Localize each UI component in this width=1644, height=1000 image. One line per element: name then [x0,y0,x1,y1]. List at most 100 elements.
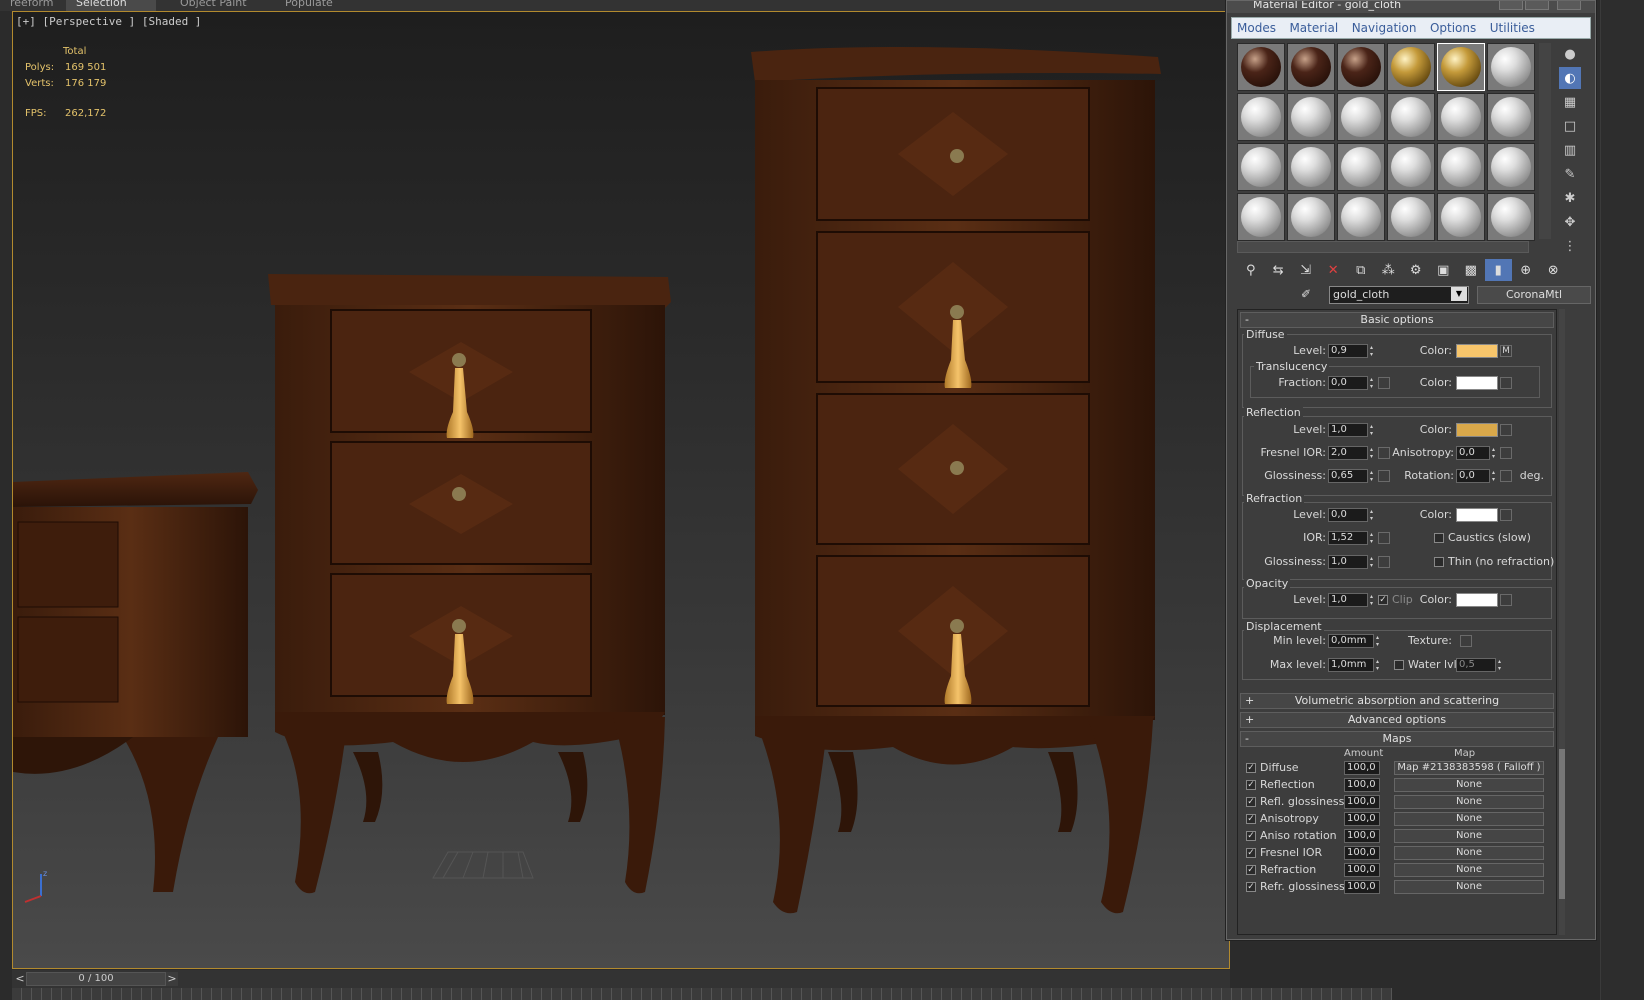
sample-type-icon[interactable]: ● [1559,43,1581,65]
map-enable-checkbox[interactable]: ✓ [1246,865,1256,875]
map-enable-checkbox[interactable]: ✓ [1246,814,1256,824]
backlight-icon[interactable]: ◐ [1559,67,1581,89]
material-id-channel-icon[interactable]: ▣ [1430,259,1458,281]
map-amount-spinner[interactable]: 100,0 [1344,778,1380,792]
viewport-label[interactable]: [+] [Perspective ] [Shaded ] [16,15,201,28]
get-material-icon[interactable]: ⚲ [1237,259,1265,281]
material-editor-titlebar[interactable]: Material Editor - gold_cloth [1227,1,1595,13]
options-icon[interactable]: ✱ [1559,187,1581,209]
sample-slot[interactable] [1237,43,1285,91]
sample-slot[interactable] [1287,93,1335,141]
background-icon[interactable]: ▦ [1559,91,1581,113]
sample-slot[interactable] [1387,193,1435,241]
water-level-checkbox[interactable] [1394,660,1404,670]
map-enable-checkbox[interactable]: ✓ [1246,763,1256,773]
map-amount-spinner[interactable]: 100,0 [1344,829,1380,843]
map-amount-spinner[interactable]: 100,0 [1344,846,1380,860]
clip-checkbox[interactable]: ✓ [1378,595,1388,605]
parameters-scrollbar[interactable] [1559,309,1565,935]
opacity-color-map-button[interactable] [1500,594,1512,606]
sample-slot[interactable] [1487,193,1535,241]
video-color-check-icon[interactable]: ▥ [1559,139,1581,161]
map-slot-button[interactable]: None [1394,880,1544,894]
minimize-button[interactable] [1499,1,1523,10]
put-to-library-icon[interactable]: ⚙ [1402,259,1430,281]
map-slot-button[interactable]: None [1394,846,1544,860]
menu-utilities[interactable]: Utilities [1485,18,1540,38]
max-level-spinner[interactable]: 1,0mm [1328,658,1382,672]
map-slot-button[interactable]: None [1394,795,1544,809]
uv-tiling-icon[interactable]: □ [1559,115,1581,137]
menu-modes[interactable]: Modes [1232,18,1281,38]
sample-slot[interactable] [1237,143,1285,191]
sample-slot[interactable] [1237,193,1285,241]
map-enable-checkbox[interactable]: ✓ [1246,882,1256,892]
refraction-level-spinner[interactable]: 0,0 [1328,508,1376,522]
diffuse-map-button[interactable]: M [1500,345,1512,357]
make-copy-icon[interactable]: ⧉ [1347,259,1375,281]
make-preview-icon[interactable]: ✎ [1559,163,1581,185]
material-type-button[interactable]: CoronaMtl [1477,286,1591,304]
map-slot-button[interactable]: None [1394,778,1544,792]
close-icon[interactable] [1557,1,1581,10]
show-end-result-icon[interactable]: ▮ [1484,259,1512,281]
anisotropy-map-button[interactable] [1500,447,1512,459]
refraction-glossiness-spinner[interactable]: 1,0 [1328,555,1376,569]
reflection-color-swatch[interactable] [1456,423,1498,437]
tab-freeform[interactable]: reeform [0,0,63,11]
sample-slot[interactable] [1387,93,1435,141]
material-map-navigator-icon[interactable]: ⋮ [1559,235,1581,257]
map-enable-checkbox[interactable]: ✓ [1246,780,1256,790]
tab-object-paint[interactable]: Object Paint [170,0,257,11]
opacity-level-spinner[interactable]: 1,0 [1328,593,1376,607]
map-enable-checkbox[interactable]: ✓ [1246,797,1256,807]
track-bar[interactable] [12,988,1392,1000]
make-unique-icon[interactable]: ⁂ [1375,259,1403,281]
opacity-color-swatch[interactable] [1456,593,1498,607]
sample-slot[interactable] [1487,93,1535,141]
sample-slot-active[interactable] [1437,43,1485,91]
translucency-fraction-spinner[interactable]: 0,0 [1328,376,1376,390]
map-amount-spinner[interactable]: 100,0 [1344,795,1380,809]
map-amount-spinner[interactable]: 100,0 [1344,880,1380,894]
sample-slots-scrollbar[interactable] [1539,43,1551,239]
go-to-parent-icon[interactable]: ⊕ [1512,259,1540,281]
select-by-material-icon[interactable]: ✥ [1559,211,1581,233]
diffuse-level-spinner[interactable]: 0,9 [1328,344,1376,358]
time-next-button[interactable]: > [166,972,178,986]
sample-slot[interactable] [1437,193,1485,241]
time-prev-button[interactable]: < [14,972,26,986]
go-forward-sibling-icon[interactable]: ⊗ [1540,259,1568,281]
rollout-maps[interactable]: - Maps [1240,731,1554,747]
sample-slot[interactable] [1287,43,1335,91]
sample-slot[interactable] [1387,143,1435,191]
caustics-checkbox[interactable] [1434,533,1444,543]
diffuse-color-swatch[interactable] [1456,344,1498,358]
rollout-volumetric[interactable]: + Volumetric absorption and scattering [1240,693,1554,709]
reflection-glossiness-spinner[interactable]: 0,65 [1328,469,1376,483]
material-name-field[interactable]: gold_cloth [1329,286,1469,304]
tab-populate[interactable]: Populate [275,0,343,11]
ior-spinner[interactable]: 1,52 [1328,531,1376,545]
anisotropy-spinner[interactable]: 0,0 [1456,446,1498,460]
tab-selection[interactable]: Selection [66,0,156,11]
reflection-color-map-button[interactable] [1500,424,1512,436]
refraction-color-map-button[interactable] [1500,509,1512,521]
sample-slot[interactable] [1387,43,1435,91]
sample-horizontal-scrollbar[interactable] [1237,241,1529,253]
show-shaded-material-icon[interactable]: ▩ [1457,259,1485,281]
map-slot-button[interactable]: None [1394,812,1544,826]
sample-slot[interactable] [1437,93,1485,141]
sample-slot[interactable] [1487,143,1535,191]
ior-map-button[interactable] [1378,532,1390,544]
map-amount-spinner[interactable]: 100,0 [1344,863,1380,877]
map-slot-button[interactable]: Map #2138383598 ( Falloff ) [1394,761,1544,775]
map-enable-checkbox[interactable]: ✓ [1246,831,1256,841]
scrollbar-thumb[interactable] [1559,749,1565,899]
thin-checkbox[interactable] [1434,557,1444,567]
sample-slot[interactable] [1337,93,1385,141]
menu-options[interactable]: Options [1425,18,1481,38]
sample-slot[interactable] [1437,143,1485,191]
map-amount-spinner[interactable]: 100,0 [1344,812,1380,826]
sample-slot[interactable] [1287,143,1335,191]
